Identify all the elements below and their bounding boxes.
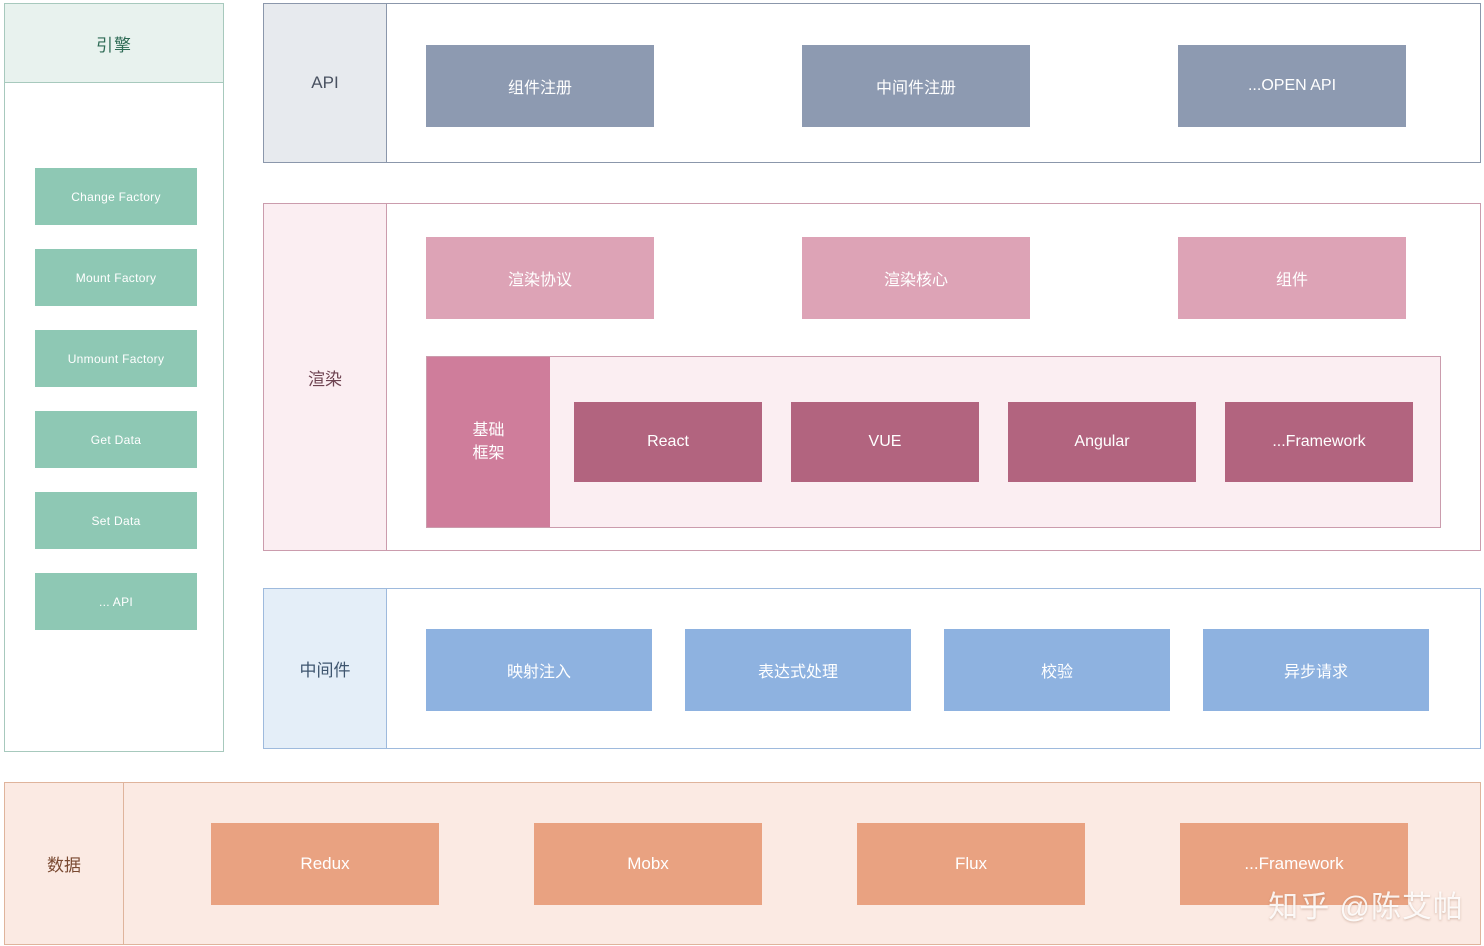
layer-row-middleware: 中间件 映射注入 表达式处理 校验 异步请求 xyxy=(263,588,1481,749)
engine-item-change-factory[interactable]: Change Factory xyxy=(35,168,197,225)
engine-title: 引擎 xyxy=(96,35,132,55)
middleware-node-mapping-injection[interactable]: 映射注入 xyxy=(426,629,652,711)
engine-panel-header: 引擎 xyxy=(5,4,223,83)
engine-item-get-data[interactable]: Get Data xyxy=(35,411,197,468)
engine-item-list: Change Factory Mount Factory Unmount Fac… xyxy=(5,83,223,753)
node-label: 组件注册 xyxy=(507,80,572,97)
node-label: ...Framework xyxy=(1272,433,1366,450)
api-node-open-api[interactable]: ...OPEN API xyxy=(1178,45,1406,127)
node-label: Flux xyxy=(954,853,988,873)
render-box-line: 渲染协议 渲染核心 组件 xyxy=(426,237,1480,319)
layer-body-render: 渲染协议 渲染核心 组件 基础 框架 React VUE Angular ...… xyxy=(387,204,1480,550)
engine-item-unmount-factory[interactable]: Unmount Factory xyxy=(35,330,197,387)
api-box-line: 组件注册 中间件注册 ...OPEN API xyxy=(426,45,1480,127)
base-framework-label-line2: 框架 xyxy=(472,445,505,462)
data-node-mobx[interactable]: Mobx xyxy=(534,822,762,905)
base-framework-label-line1: 基础 xyxy=(472,421,505,439)
middleware-node-validation[interactable]: 校验 xyxy=(944,629,1170,711)
node-label: 表达式处理 xyxy=(757,664,838,681)
engine-item-label: Mount Factory xyxy=(75,270,157,285)
data-node-flux[interactable]: Flux xyxy=(857,822,1085,905)
render-node-component[interactable]: 组件 xyxy=(1178,237,1406,319)
layer-label-data: 数据 xyxy=(5,783,124,944)
engine-item-mount-factory[interactable]: Mount Factory xyxy=(35,249,197,306)
node-label: 校验 xyxy=(1040,664,1073,681)
node-label: Redux xyxy=(300,853,350,873)
data-node-redux[interactable]: Redux xyxy=(211,822,439,905)
api-node-middleware-register[interactable]: 中间件注册 xyxy=(802,45,1030,127)
engine-item-label: Get Data xyxy=(90,432,142,447)
framework-node-angular[interactable]: Angular xyxy=(1008,402,1196,482)
node-label: 渲染核心 xyxy=(883,272,948,289)
framework-node-more-framework[interactable]: ...Framework xyxy=(1225,402,1413,482)
layer-row-render: 渲染 渲染协议 渲染核心 组件 基础 框架 React VUE Angular … xyxy=(263,203,1481,551)
node-label: 渲染协议 xyxy=(507,272,572,289)
node-label: 中间件注册 xyxy=(875,80,956,97)
data-node-more-framework[interactable]: ...Framework xyxy=(1180,822,1408,905)
middleware-node-expression-processing[interactable]: 表达式处理 xyxy=(685,629,911,711)
engine-item-label: Unmount Factory xyxy=(67,351,165,366)
engine-item-more-api[interactable]: ... API xyxy=(35,573,197,630)
layer-body-data: Redux Mobx Flux ...Framework xyxy=(124,783,1480,944)
layer-body-api: 组件注册 中间件注册 ...OPEN API xyxy=(387,4,1480,162)
node-label: 映射注入 xyxy=(506,664,571,681)
engine-item-set-data[interactable]: Set Data xyxy=(35,492,197,549)
layer-label-api: API xyxy=(264,4,387,162)
node-label: ...Framework xyxy=(1244,853,1344,873)
engine-item-label: ... API xyxy=(98,594,134,609)
engine-item-label: Change Factory xyxy=(71,189,161,204)
middleware-box-line: 映射注入 表达式处理 校验 异步请求 xyxy=(426,629,1480,711)
base-framework-label: 基础 框架 xyxy=(427,357,550,527)
node-label: 组件 xyxy=(1275,272,1308,289)
layer-label-render: 渲染 xyxy=(264,204,387,550)
node-label: VUE xyxy=(868,433,902,450)
render-node-render-core[interactable]: 渲染核心 xyxy=(802,237,1030,319)
layer-row-data: 数据 Redux Mobx Flux ...Framework xyxy=(4,782,1481,945)
node-label: Mobx xyxy=(627,853,669,873)
layer-body-middleware: 映射注入 表达式处理 校验 异步请求 xyxy=(387,589,1480,748)
node-label: 异步请求 xyxy=(1283,664,1348,681)
framework-node-vue[interactable]: VUE xyxy=(791,402,979,482)
framework-node-react[interactable]: React xyxy=(574,402,762,482)
api-node-component-register[interactable]: 组件注册 xyxy=(426,45,654,127)
node-label: ...OPEN API xyxy=(1247,77,1337,94)
node-label: React xyxy=(647,433,689,450)
layer-label-middleware: 中间件 xyxy=(264,589,387,748)
base-framework-group: 基础 框架 React VUE Angular ...Framework xyxy=(426,356,1441,528)
diagram-canvas: 引擎 Change Factory Mount Factory Unmount … xyxy=(0,0,1484,946)
node-label: Angular xyxy=(1074,433,1130,450)
engine-item-label: Set Data xyxy=(91,513,141,528)
middleware-node-async-request[interactable]: 异步请求 xyxy=(1203,629,1429,711)
engine-panel: 引擎 Change Factory Mount Factory Unmount … xyxy=(4,3,224,752)
render-node-render-protocol[interactable]: 渲染协议 xyxy=(426,237,654,319)
layer-row-api: API 组件注册 中间件注册 ...OPEN API xyxy=(263,3,1481,163)
base-framework-item-list: React VUE Angular ...Framework xyxy=(550,357,1440,527)
